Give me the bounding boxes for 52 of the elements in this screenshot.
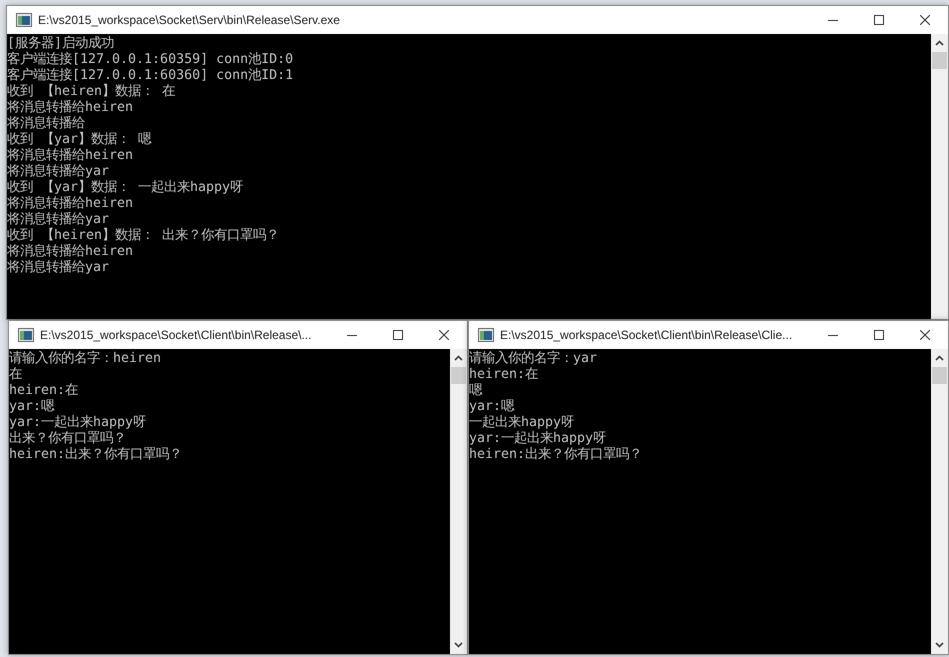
scroll-up-icon[interactable] [935,40,944,46]
console-line: [服务器]启动成功 [7,36,116,52]
maximize-icon[interactable] [393,330,403,340]
scrollbar[interactable] [931,349,948,654]
console-line: 将消息转播给heiren [7,148,134,164]
console-line: 将消息转播给yar [7,212,110,228]
console-line: 出来？你有口罩吗？ [9,431,127,446]
console-line: yar:嗯 [9,399,56,415]
console-line: yar:一起出来happy呀 [9,415,148,430]
console-line: 在 [9,367,23,383]
maximize-icon[interactable] [874,330,884,340]
scrollbar-thumb[interactable] [932,367,947,384]
console-line: 将消息转播给 [7,116,86,132]
scrollbar-thumb[interactable] [932,52,947,69]
scrollbar[interactable] [931,34,948,319]
console-app-icon [18,328,34,342]
window-title: E:\vs2015_workspace\Socket\Client\bin\Release\Clie... [500,328,792,342]
console-line: 将消息转播给heiren [7,196,134,212]
console-line: 客户端连接[127.0.0.1:60360] conn池ID:1 [7,68,294,84]
window-title: E:\vs2015_workspace\Socket\Serv\bin\Release\Serv.exe [38,13,340,27]
console-line: heiren:出来？你有口罩吗？ [9,447,184,463]
console-line: 一起出来happy呀 [469,415,576,430]
console-line: 收到 【heiren】数据： 在 [7,84,176,100]
console-line: yar:嗯 [469,399,516,414]
console-line: heiren:在 [9,383,80,399]
scroll-down-icon[interactable] [935,642,944,648]
scroll-down-icon[interactable] [454,642,463,648]
console-line: 将消息转播给yar [7,164,110,180]
console-line: heiren:在 [469,367,540,383]
maximize-icon[interactable] [874,15,884,25]
console-app-icon [16,13,32,27]
console-line: 嗯 [469,383,484,399]
console-line: 将消息转播给yar [7,260,110,276]
console-line: 收到 【yar】数据： 嗯 [7,132,152,148]
console-line: yar:一起出来happy呀 [469,431,608,446]
console-line: 将消息转播给heiren [7,100,134,116]
window-title: E:\vs2015_workspace\Socket\Client\bin\Release\... [40,328,312,342]
console-line: 收到 【heiren】数据： 出来？你有口罩吗？ [7,228,280,244]
close-icon[interactable] [920,15,930,25]
close-icon[interactable] [439,330,449,340]
console-line: 将消息转播给heiren [7,244,134,260]
console-line: heiren:出来？你有口罩吗？ [469,447,644,463]
console-line: 收到 【yar】数据： 一起出来happy呀 [7,180,244,196]
scroll-up-icon[interactable] [935,355,944,361]
scrollbar[interactable] [450,349,467,654]
console-line: 客户端连接[127.0.0.1:60359] conn池ID:0 [7,52,294,68]
console-line: 请输入你的名字：yar [469,351,598,367]
scroll-up-icon[interactable] [454,355,463,361]
console-app-icon [478,328,494,342]
close-icon[interactable] [920,330,930,340]
scrollbar-thumb[interactable] [451,367,466,384]
console-line: 请输入你的名字：heiren [9,351,162,367]
